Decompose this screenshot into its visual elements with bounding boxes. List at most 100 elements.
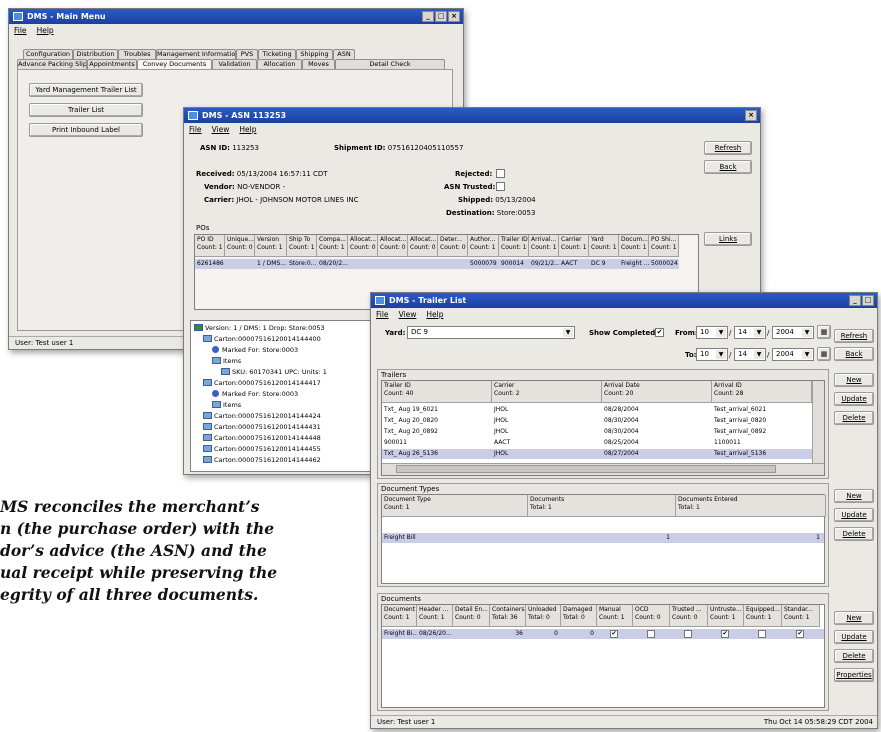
doctype-delete-button[interactable]: Delete (834, 527, 874, 541)
doctype-column-header[interactable]: Documents Total: 1 (528, 495, 676, 517)
document-column-header[interactable]: Document Count: 1 (382, 605, 417, 627)
tree-node[interactable]: Marked For: Store:0003 (212, 390, 298, 398)
tab-validation[interactable]: Validation (212, 59, 257, 69)
close-icon[interactable]: × (745, 110, 757, 121)
document-checkbox[interactable]: ✔ (721, 630, 729, 638)
menu-file[interactable]: File (14, 24, 27, 37)
tree-node[interactable]: Carton:00007516120014144417 (203, 379, 321, 387)
maximize-icon[interactable]: □ (435, 11, 447, 22)
trailer-column-header[interactable]: Carrier Count: 2 (492, 381, 602, 403)
po-column-header[interactable]: PO Shi... Count: 1 (649, 235, 679, 257)
doctype-column-header[interactable]: Documents Entered Total: 1 (676, 495, 826, 517)
to-month-select[interactable]: 10 ▼ (696, 348, 728, 361)
document-checkbox[interactable] (646, 630, 655, 638)
calendar-icon[interactable]: ▦ (817, 347, 831, 361)
scrollbar-thumb[interactable] (396, 465, 776, 473)
doctype-update-button[interactable]: Update (834, 508, 874, 522)
tab-distribution[interactable]: Distribution (73, 49, 118, 59)
tab-management-information[interactable]: Management Information (156, 49, 236, 59)
po-column-header[interactable]: Allocat... Count: 0 (408, 235, 438, 257)
trailer-column-header[interactable]: Trailer ID Count: 40 (382, 381, 492, 403)
po-column-header[interactable]: Unique... Count: 0 (225, 235, 255, 257)
to-year-select[interactable]: 2004 ▼ (772, 348, 814, 361)
menu-view[interactable]: View (399, 308, 417, 321)
po-column-header[interactable]: PO ID Count: 1 (195, 235, 225, 257)
document-column-header[interactable]: Standar... Count: 1 (782, 605, 820, 627)
menu-file[interactable]: File (189, 123, 202, 136)
po-column-header[interactable]: Arrival... Count: 1 (529, 235, 559, 257)
doctype-new-button[interactable]: New (834, 489, 874, 503)
trailer-column-header[interactable]: Arrival ID Count: 28 (712, 381, 812, 403)
minimize-icon[interactable]: _ (422, 11, 434, 22)
back-button[interactable]: Back (704, 160, 752, 174)
po-column-header[interactable]: Yard Count: 1 (589, 235, 619, 257)
from-year-select[interactable]: 2004 ▼ (772, 326, 814, 339)
main-menu-titlebar[interactable]: DMS - Main Menu _ □ × (9, 9, 463, 24)
vertical-scrollbar[interactable] (812, 381, 824, 463)
trailer-titlebar[interactable]: DMS - Trailer List _ □ (371, 293, 877, 308)
tab-asn[interactable]: ASN (333, 49, 355, 59)
document-column-header[interactable]: Manual Count: 1 (597, 605, 633, 627)
tab-ticketing[interactable]: Ticketing (258, 49, 296, 59)
tab-configuration[interactable]: Configuration (23, 49, 73, 59)
document-column-header[interactable]: Untruste... Count: 1 (708, 605, 744, 627)
po-column-header[interactable]: Deter... Count: 0 (438, 235, 468, 257)
document-column-header[interactable]: OCD Count: 0 (633, 605, 670, 627)
back-button[interactable]: Back (834, 347, 874, 361)
menu-view[interactable]: View (212, 123, 230, 136)
trailer-new-button[interactable]: New (834, 373, 874, 387)
menu-help[interactable]: Help (37, 24, 54, 37)
refresh-button[interactable]: Refresh (704, 141, 752, 155)
asn-trusted-checkbox[interactable] (496, 182, 505, 191)
tree-node[interactable]: Carton:00007516120014144400 (203, 335, 321, 343)
po-column-header[interactable]: Docum... Count: 1 (619, 235, 649, 257)
po-column-header[interactable]: Allocat... Count: 0 (348, 235, 378, 257)
from-month-select[interactable]: 10 ▼ (696, 326, 728, 339)
document-checkbox[interactable]: ✔ (610, 630, 618, 638)
tab-allocation[interactable]: Allocation (257, 59, 302, 69)
menu-file[interactable]: File (376, 308, 389, 321)
document-new-button[interactable]: New (834, 611, 874, 625)
doctype-column-header[interactable]: Document Type Count: 1 (382, 495, 528, 517)
document-column-header[interactable]: Trusted ... Count: 0 (670, 605, 708, 627)
print-inbound-label-button[interactable]: Print Inbound Label (29, 123, 143, 137)
po-column-header[interactable]: Version Count: 1 (255, 235, 287, 257)
show-completed-checkbox[interactable]: ✔ (655, 328, 664, 337)
yard-management-trailer-list-button[interactable]: Yard Management Trailer List (29, 83, 143, 97)
tab-detail-check[interactable]: Detail Check (335, 59, 445, 69)
document-column-header[interactable]: Containers Total: 36 (490, 605, 526, 627)
document-column-header[interactable]: Equipped... Count: 1 (744, 605, 782, 627)
document-update-button[interactable]: Update (834, 630, 874, 644)
document-delete-button[interactable]: Delete (834, 649, 874, 663)
trailer-update-button[interactable]: Update (834, 392, 874, 406)
tree-node[interactable]: Items (212, 357, 241, 365)
trailer-delete-button[interactable]: Delete (834, 411, 874, 425)
document-checkbox[interactable]: ✔ (796, 630, 804, 638)
po-column-header[interactable]: Compa... Count: 1 (317, 235, 348, 257)
tree-node[interactable]: SKU: 60170341 UPC: Units: 1 (221, 368, 327, 376)
tree-node[interactable]: Carton:00007516120014144455 (203, 445, 321, 453)
po-column-header[interactable]: Trailer ID Count: 1 (499, 235, 529, 257)
document-column-header[interactable]: Detail En... Count: 0 (453, 605, 490, 627)
calendar-icon[interactable]: ▦ (817, 325, 831, 339)
menu-help[interactable]: Help (426, 308, 443, 321)
rejected-checkbox[interactable] (496, 169, 505, 178)
trailer-list-button[interactable]: Trailer List (29, 103, 143, 117)
document-checkbox[interactable] (684, 630, 692, 638)
yard-select[interactable]: DC 9 ▼ (407, 326, 575, 339)
tree-node[interactable]: Carton:00007516120014144431 (203, 423, 321, 431)
document-column-header[interactable]: Unloaded Total: 0 (526, 605, 561, 627)
tree-node[interactable]: Carton:00007516120014144448 (203, 434, 321, 442)
tree-node[interactable]: Marked For: Store:0003 (212, 346, 298, 354)
tree-node[interactable]: Carton:00007516120014144462 (203, 456, 321, 464)
po-column-header[interactable]: Ship To Count: 1 (287, 235, 317, 257)
document-properties-button[interactable]: Properties (834, 668, 874, 682)
maximize-icon[interactable]: □ (862, 295, 874, 306)
tab-shipping[interactable]: Shipping (296, 49, 333, 59)
tree-node[interactable]: Carton:00007516120014144424 (203, 412, 321, 420)
from-day-select[interactable]: 14 ▼ (734, 326, 766, 339)
tab-appointments[interactable]: Appointments (87, 59, 137, 69)
po-column-header[interactable]: Author... Count: 1 (468, 235, 499, 257)
minimize-icon[interactable]: _ (849, 295, 861, 306)
tab-advance-packing-slips[interactable]: Advance Packing Slips (17, 59, 87, 69)
